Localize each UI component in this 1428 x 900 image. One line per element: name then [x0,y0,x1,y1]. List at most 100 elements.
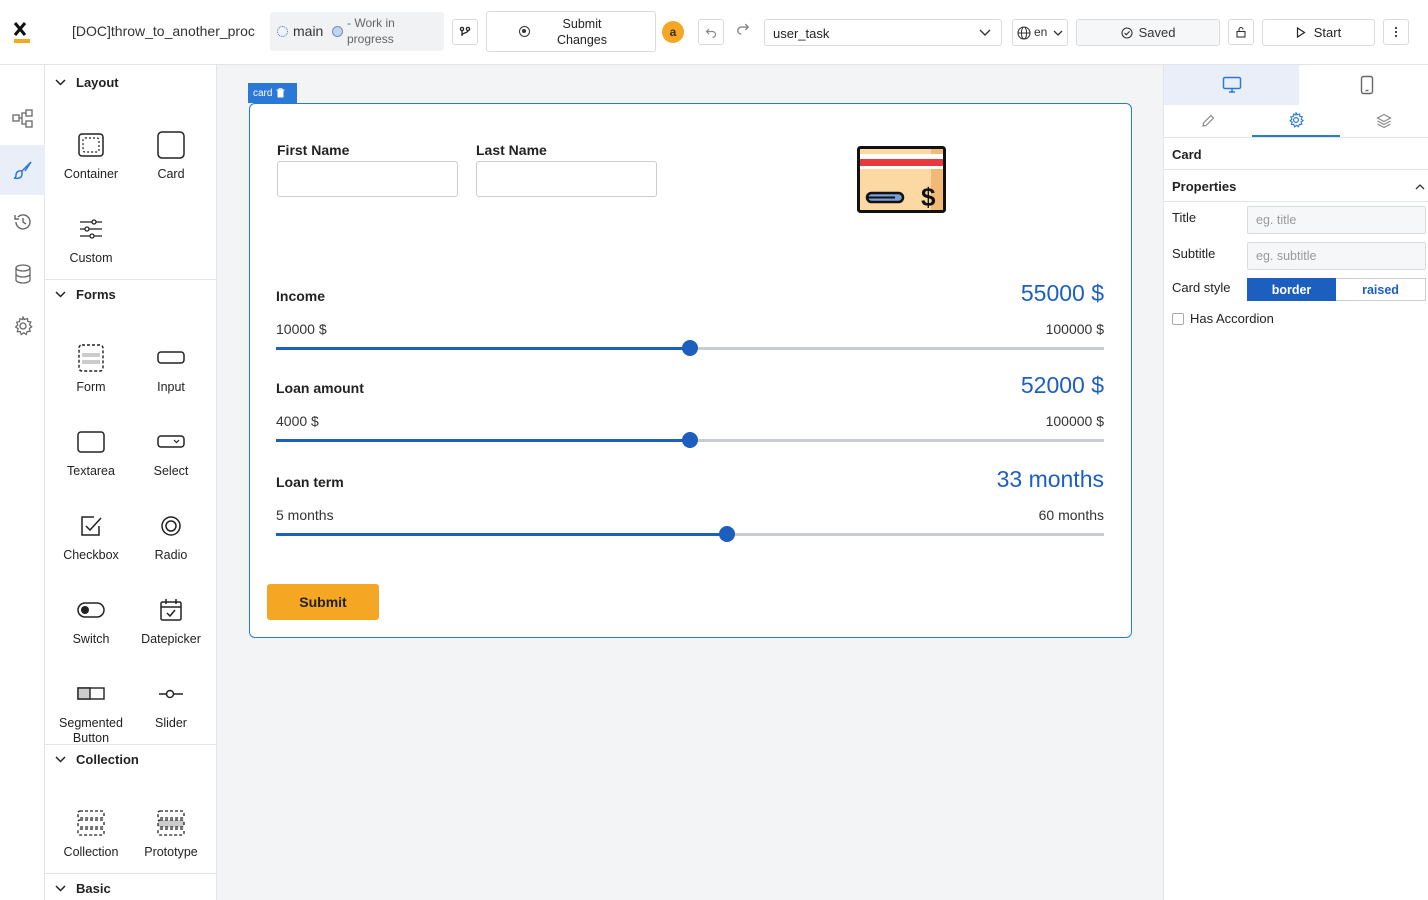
slider-min-label: 5 months [276,507,334,523]
title-input[interactable]: eg. title [1247,206,1426,234]
checkbox-icon [81,516,102,536]
process-nav-button[interactable] [0,94,45,144]
branch-merge-button[interactable] [452,19,478,45]
task-select[interactable]: user_task [764,19,1002,46]
start-label: Start [1313,25,1342,40]
has-accordion-checkbox[interactable] [1172,313,1184,325]
palette-item-label: Slider [155,716,187,730]
form-icon [78,344,104,372]
segmented-button-icon [77,687,105,700]
sliders-icon [80,219,102,239]
card-component[interactable]: First Name Last Name $ Income 55000 $ 1000… [249,103,1132,638]
section-basic-title: Basic [76,881,111,896]
submit-changes-button[interactable]: Submit Changes [486,11,656,52]
section-basic-header[interactable]: Basic [45,873,216,900]
mobile-view-tab[interactable] [1299,65,1428,105]
form-submit-button[interactable]: Submit [267,584,379,620]
subtitle-input[interactable]: eg. subtitle [1247,242,1426,270]
record-icon [519,26,530,37]
palette-item-switch[interactable]: Switch [51,594,131,647]
section-collection-header[interactable]: Collection [45,744,216,774]
palette-item-slider[interactable]: Slider [131,678,211,731]
undo-button[interactable] [698,19,724,45]
palette-item-card[interactable]: Card [131,129,211,182]
section-layout-header[interactable]: Layout [45,67,216,97]
trash-icon[interactable] [276,88,285,98]
last-name-input[interactable] [476,161,657,197]
lock-button[interactable] [1228,19,1254,45]
language-select[interactable]: en [1012,19,1068,46]
slider-fill [276,347,690,350]
slider-thumb[interactable] [682,340,698,356]
palette-item-container[interactable]: Container [51,129,131,182]
style-tab[interactable] [1164,105,1252,137]
card-style-border-option[interactable]: border [1247,278,1336,301]
language-value: en [1034,25,1048,39]
user-avatar[interactable]: a [662,21,684,43]
palette-item-label: Datepicker [141,632,201,646]
slider-max-label: 60 months [1038,507,1104,523]
settings-nav-button[interactable] [0,301,45,351]
layers-tab[interactable] [1340,105,1428,137]
palette-item-form[interactable]: Form [51,342,131,395]
slider-thumb[interactable] [719,526,736,542]
ui-designer-nav-button[interactable] [0,145,45,195]
branch-sync-icon [277,26,288,37]
slider-min-label: 10000 $ [276,321,327,337]
chevron-down-icon [55,756,66,763]
chevron-down-icon [55,78,66,86]
undo-icon [705,28,717,38]
database-icon [14,264,31,284]
layers-icon [1376,113,1392,129]
slider-label: Loan amount [276,380,364,396]
slider-thumb[interactable] [682,432,698,448]
input-icon [157,351,185,364]
palette-item-label: Input [157,380,185,394]
more-options-button[interactable] [1383,19,1409,45]
slider-label: Income [276,288,326,304]
redo-icon [737,23,750,35]
desktop-view-tab[interactable] [1164,65,1299,105]
credit-card-icon: $ [857,146,946,213]
section-forms-header[interactable]: Forms [45,279,216,309]
gear-icon [1289,112,1304,128]
settings-tab[interactable] [1252,105,1340,137]
slider-current-value: 55000 $ [1020,280,1104,306]
palette-item-checkbox[interactable]: Checkbox [51,510,131,563]
component-name-row: Card [1164,137,1428,170]
card-icon [157,131,185,159]
document-title: [DOC]throw_to_another_proc [72,23,255,39]
first-name-input[interactable] [277,161,458,197]
slider-track[interactable] [276,432,1104,448]
select-icon [157,435,185,448]
palette-item-datepicker[interactable]: Datepicker [131,594,211,647]
redo-button[interactable] [736,23,750,40]
properties-section-header[interactable]: Properties [1164,170,1428,202]
card-style-segmented: border raised [1247,278,1426,301]
palette-item-input[interactable]: Input [131,342,211,395]
slider-track[interactable] [276,526,1104,542]
diagram-icon [11,109,33,128]
palette-item-select[interactable]: Select [131,426,211,479]
slider-track[interactable] [276,340,1104,356]
app-logo[interactable] [12,20,32,44]
palette-item-custom[interactable]: Custom [51,213,131,266]
palette-item-prototype[interactable]: Prototype [131,807,211,860]
paint-brush-icon [13,161,32,180]
palette-item-label: Container [63,167,119,181]
left-icon-rail [0,65,45,900]
palette-item-segmented-button[interactable]: Segmented Button [51,678,131,746]
slider-label: Loan term [276,474,344,490]
saved-status-button[interactable]: Saved [1076,19,1220,46]
palette-item-collection[interactable]: Collection [51,807,131,860]
card-style-raised-option[interactable]: raised [1336,278,1426,301]
branch-selector[interactable]: main - Work in progress [270,12,444,51]
start-button[interactable]: Start [1262,19,1375,46]
palette-item-textarea[interactable]: Textarea [51,426,131,479]
selected-component-tag[interactable]: card [248,83,297,103]
palette-item-radio[interactable]: Radio [131,510,211,563]
history-nav-button[interactable] [0,197,45,247]
data-nav-button[interactable] [0,249,45,299]
container-icon [78,133,104,157]
palette-item-label: Custom [69,251,113,265]
